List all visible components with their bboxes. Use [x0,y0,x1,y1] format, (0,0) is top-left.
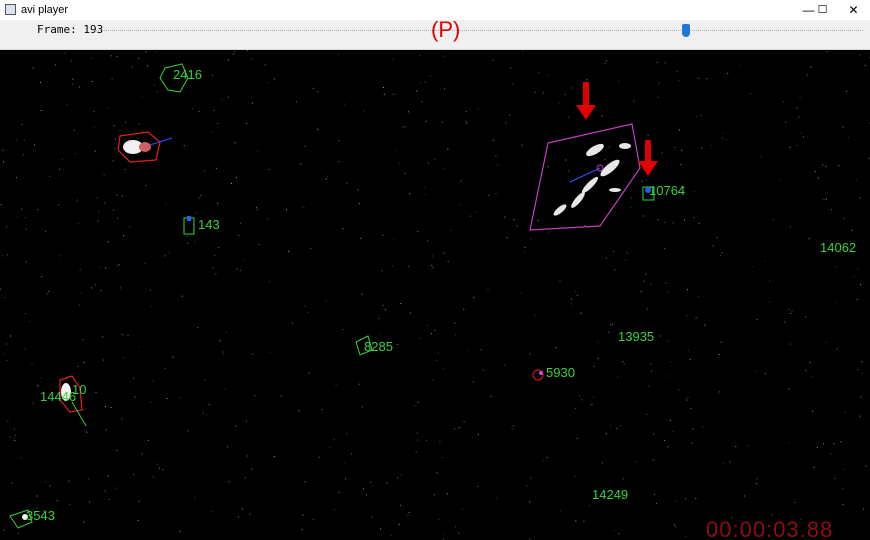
close-button[interactable]: ✕ [839,0,868,20]
frame-counter: Frame: 193 [37,23,104,36]
paused-indicator: (P) [431,17,461,42]
video-frame: 2416 143 10764 14062 13935 8285 5930 10 … [0,50,870,540]
track-label: 14062 [820,240,857,255]
track-label: 143 [198,217,220,232]
cluster-outline-large [529,123,641,231]
track-label: 2416 [173,67,202,82]
track-label: 10764 [649,183,686,198]
tracking-overlay [9,63,658,529]
frame-slider-track[interactable] [95,30,863,32]
maximize-button[interactable]: ☐ [808,0,837,20]
track-label: 5930 [546,365,575,380]
track-label: 3543 [26,508,55,523]
track-label: 13935 [618,329,655,344]
track-label: 14446 [40,389,77,404]
timecode-display: 00:00:03.88 [706,517,834,540]
app-icon [5,4,16,15]
frame-slider-thumb[interactable] [682,24,691,37]
track-label: 8285 [364,339,393,354]
frame-toolbar: Frame: 193 (P) [0,17,870,50]
track-label: 14249 [592,487,629,502]
window-title: avi player [21,4,69,16]
